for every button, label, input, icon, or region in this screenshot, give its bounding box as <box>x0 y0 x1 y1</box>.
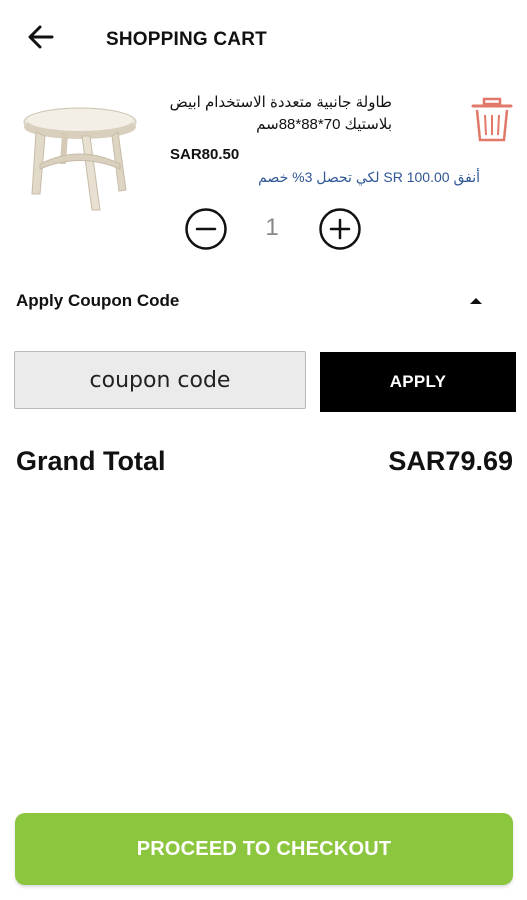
apply-coupon-button[interactable]: APPLY <box>320 352 516 412</box>
minus-circle-icon <box>185 208 227 250</box>
promo-message: أنفق SR 100.00 لكي تحصل 3% خصم <box>258 169 480 185</box>
product-price: SAR80.50 <box>170 146 240 163</box>
caret-up-icon <box>470 298 482 304</box>
coupon-code-input[interactable] <box>14 351 306 409</box>
increase-quantity-button[interactable] <box>318 207 362 251</box>
page-title: SHOPPING CART <box>106 29 267 50</box>
app-header: SHOPPING CART <box>0 0 527 80</box>
decrease-quantity-button[interactable] <box>184 207 228 251</box>
plus-circle-icon <box>319 208 361 250</box>
back-button[interactable] <box>24 20 58 54</box>
grand-total-value: SAR79.69 <box>388 446 513 476</box>
product-image[interactable] <box>20 102 146 214</box>
round-table-image <box>23 107 137 211</box>
coupon-toggle-button[interactable] <box>466 294 486 308</box>
coupon-section-header[interactable]: Apply Coupon Code <box>16 291 179 311</box>
proceed-to-checkout-button[interactable]: PROCEED TO CHECKOUT <box>15 813 513 885</box>
quantity-value: 1 <box>265 214 279 241</box>
arrow-left-icon <box>28 25 54 49</box>
trash-icon <box>471 97 513 142</box>
product-name[interactable]: طاولة جانبية متعددة الاستخدام ابيض بلاست… <box>160 92 392 136</box>
grand-total-label: Grand Total <box>16 446 166 476</box>
remove-item-button[interactable] <box>470 96 514 144</box>
